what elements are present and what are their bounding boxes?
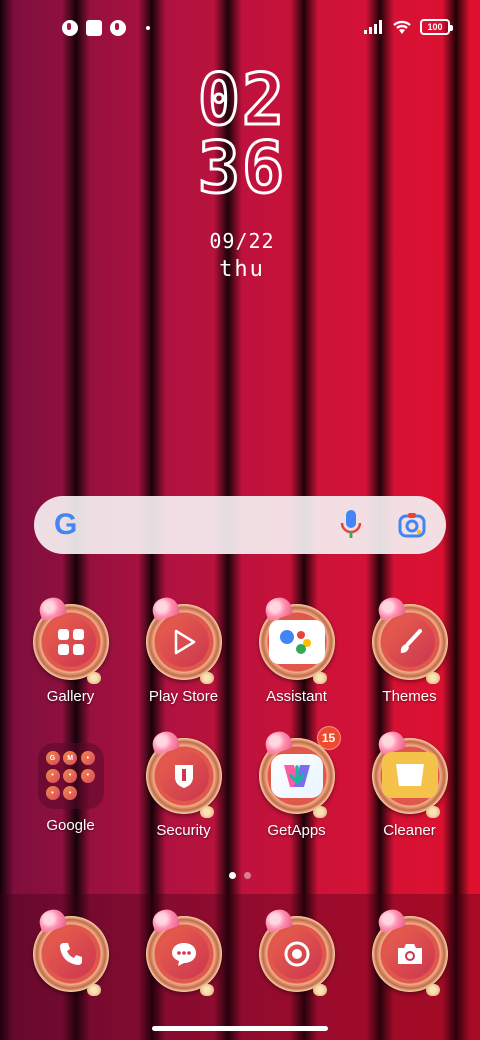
shield-icon [158,751,209,801]
folder-app-gmail-icon: M [63,751,78,765]
camera-icon-wrap [371,916,448,996]
more-notifications-dot-icon [146,26,150,30]
page-dot[interactable] [244,872,251,879]
folder-app-google-icon: G [45,751,60,765]
google-lens-icon[interactable] [398,511,426,539]
app-getapps[interactable]: 15 GetApps [240,726,353,839]
download-arrow-icon [270,754,323,798]
app-label: Security [156,822,211,839]
folder-app-photos-icon: • [45,786,60,801]
app-security[interactable]: Security [127,738,240,839]
app-label: Google [46,817,95,834]
folder-app-drive-icon: • [63,768,78,783]
system-icons: 100 [364,19,453,35]
home-gesture-bar[interactable] [152,1026,328,1031]
app-folder-google[interactable]: G M • • • • • • Google [14,738,127,834]
folder-icon: G M • • • • • • [37,743,104,809]
dock-camera[interactable] [353,916,466,996]
assistant-icon-wrap [258,604,335,684]
paintbrush-icon [384,617,435,667]
dock [0,894,480,1040]
battery-level: 100 [427,22,443,32]
phone-icon [45,929,96,979]
phone-icon-wrap [32,916,109,996]
chat-bubble-icon [158,929,209,979]
app-label: Play Store [148,688,219,705]
trash-bin-icon [381,752,438,798]
page-indicator [0,872,480,879]
page-dot-active[interactable] [229,872,236,879]
app-gallery[interactable]: Gallery [14,604,127,705]
clock-minutes: 36 [196,127,287,209]
getapps-icon-wrap: 15 [258,726,341,818]
play-store-icon-wrap [145,604,222,684]
dock-phone[interactable] [14,916,127,996]
google-logo-letter: G [54,508,78,541]
app-notification-icon [110,20,126,36]
notification-icons [62,20,150,36]
google-logo-icon: G [54,508,77,542]
square-notification-icon [86,20,102,36]
app-label: GetApps [267,822,326,839]
app-label: Assistant [266,688,327,705]
cleaner-icon-wrap [371,738,448,818]
gallery-icon-wrap [32,604,109,684]
play-store-icon [158,617,209,667]
themes-icon-wrap [371,604,448,684]
status-bar: 100 [0,0,480,56]
gallery-grid-icon [45,617,96,667]
app-label: Gallery [46,688,95,705]
clock-date: 09/22 [209,229,275,253]
google-search-bar[interactable]: G [34,496,446,554]
notification-badge: 15 [316,726,341,750]
clock-day: thu [219,257,265,282]
app-cleaner[interactable]: Cleaner [353,738,466,839]
dock-browser[interactable] [240,916,353,996]
security-icon-wrap [145,738,222,818]
app-themes[interactable]: Themes [353,604,466,705]
signal-bars-icon [364,20,382,34]
app-play-store[interactable]: Play Store [127,604,240,705]
microphone-icon[interactable] [340,509,362,541]
battery-indicator: 100 [420,19,453,35]
app-label: Themes [382,688,437,705]
clock-hours: 02 [196,59,287,141]
folder-app-youtube-icon: • [45,768,60,783]
app-assistant[interactable]: Assistant [240,604,353,705]
browser-icon-wrap [258,916,335,996]
folder-app-maps-icon: • [80,751,95,765]
wifi-icon [393,20,411,34]
app-label: Cleaner [383,822,436,839]
dock-messages[interactable] [127,916,240,996]
app-notification-icon [62,20,78,36]
folder-app-meet-icon: • [80,768,95,783]
clock-widget[interactable]: 02 36 [196,59,288,209]
folder-app-music-icon: • [63,786,78,801]
chrome-icon [271,929,322,979]
assistant-icon [268,620,325,664]
messages-icon-wrap [145,916,222,996]
camera-icon [384,929,435,979]
